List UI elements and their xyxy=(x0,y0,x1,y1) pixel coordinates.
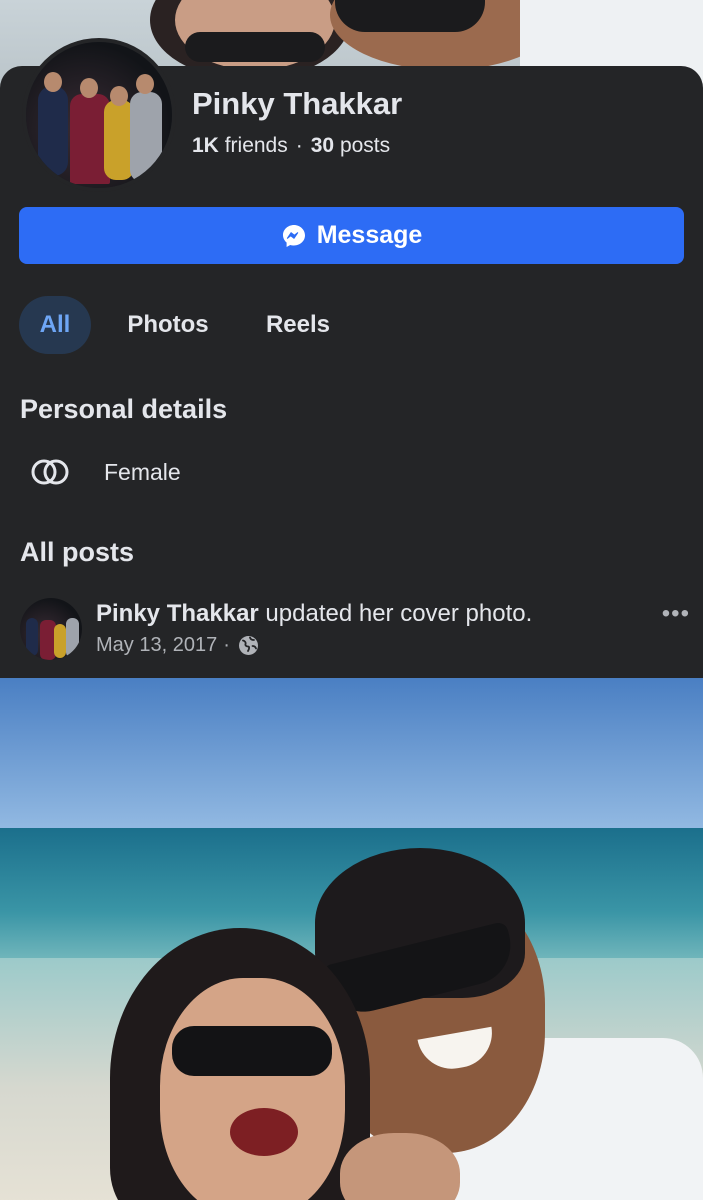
tab-reels[interactable]: Reels xyxy=(248,296,348,354)
personal-details-title: Personal details xyxy=(20,394,228,424)
stats-separator: · xyxy=(295,134,303,157)
post-header: Pinky Thakkar updated her cover photo. M… xyxy=(20,598,690,668)
post-title: Pinky Thakkar updated her cover photo. xyxy=(96,600,532,628)
tab-all[interactable]: All xyxy=(19,296,91,354)
friends-label[interactable]: friends xyxy=(225,134,288,157)
message-button-label: Message xyxy=(316,221,423,249)
globe-icon xyxy=(238,636,258,655)
posts-count: 30 xyxy=(310,134,335,157)
profile-name: Pinky Thakkar xyxy=(192,86,403,121)
messenger-icon xyxy=(282,224,305,247)
friends-count: 1K xyxy=(192,134,219,157)
post-author-avatar[interactable] xyxy=(20,598,82,660)
post-date[interactable]: May 13, 2017 xyxy=(96,634,217,657)
post-author-name[interactable]: Pinky Thakkar xyxy=(96,600,259,627)
all-posts-title: All posts xyxy=(20,537,135,567)
gender-detail-row: Female xyxy=(30,458,181,486)
posts-label: posts xyxy=(339,134,391,157)
profile-avatar[interactable] xyxy=(22,38,176,192)
profile-stats: 1K friends · 30 posts xyxy=(192,134,390,158)
profile-card: Pinky Thakkar 1K friends · 30 posts Messag… xyxy=(0,38,703,678)
gender-rings-icon xyxy=(31,459,69,485)
post-meta: May 13, 2017 · xyxy=(96,634,259,657)
tab-photos[interactable]: Photos xyxy=(106,296,230,354)
post-action-text: updated her cover photo. xyxy=(265,600,533,627)
post-meta-separator: · xyxy=(223,634,230,656)
post-photo[interactable] xyxy=(0,678,703,1200)
gender-value: Female xyxy=(104,458,181,485)
more-options-icon[interactable]: ••• xyxy=(662,600,690,628)
message-button[interactable]: Message xyxy=(19,207,684,264)
